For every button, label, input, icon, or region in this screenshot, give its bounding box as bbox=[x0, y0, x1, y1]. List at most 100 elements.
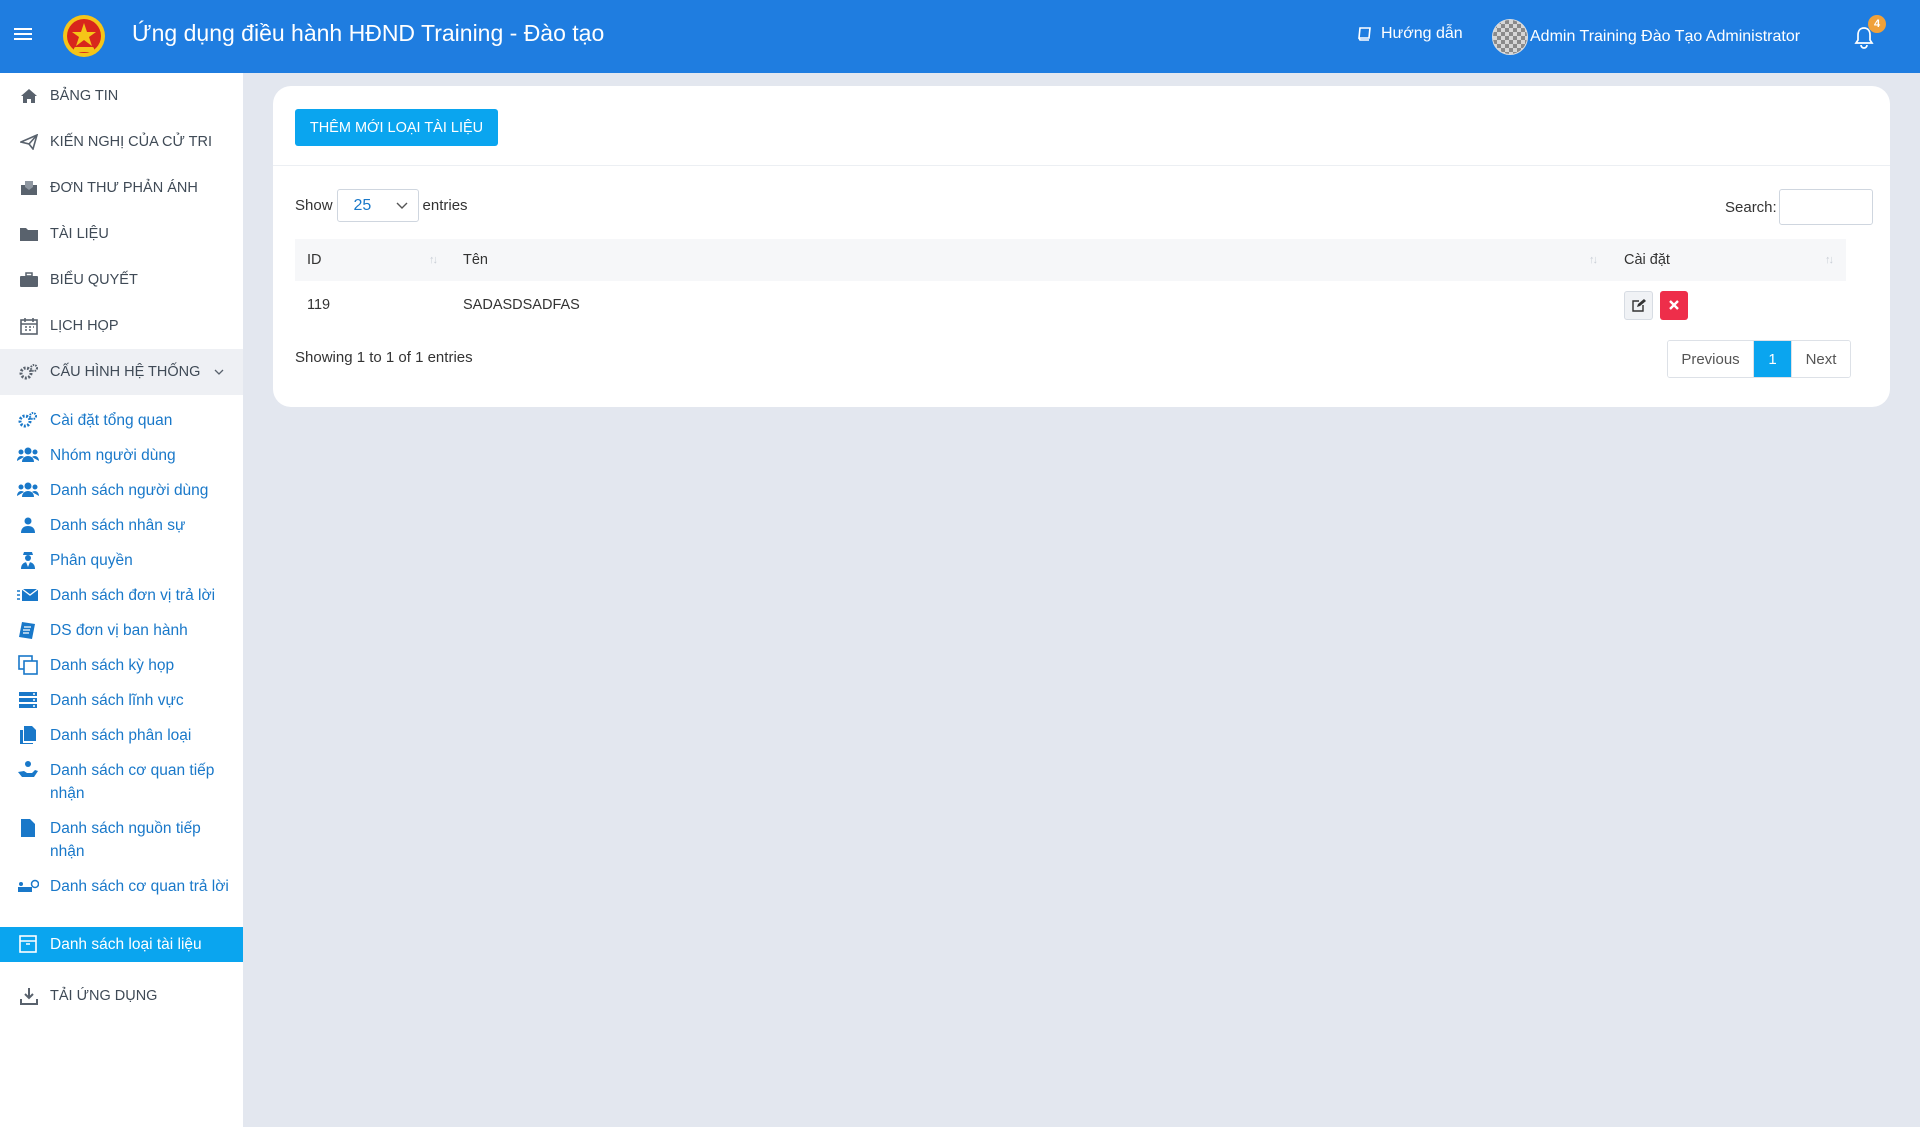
cell-name: SADASDSADFAS bbox=[463, 297, 580, 313]
user-secret-icon bbox=[17, 549, 39, 571]
sidebar-item-label: KIẾN NGHỊ CỦA CỬ TRI bbox=[50, 134, 212, 150]
paper-plane-icon bbox=[18, 133, 40, 151]
document-types-card: THÊM MỚI LOẠI TÀI LIỆU Show 25 entries S… bbox=[273, 86, 1890, 407]
server-icon bbox=[17, 689, 39, 711]
edit-icon bbox=[1631, 299, 1646, 312]
sort-icon: ↑↓ bbox=[1825, 254, 1834, 266]
folder-icon bbox=[18, 225, 40, 243]
column-header-id[interactable]: ID bbox=[307, 239, 322, 281]
entries-select-value: 25 bbox=[353, 196, 372, 214]
add-document-type-button[interactable]: THÊM MỚI LOẠI TÀI LIỆU bbox=[295, 109, 498, 146]
column-header-name[interactable]: Tên bbox=[463, 239, 488, 281]
sidebar-subitem-general-settings[interactable]: Cài đặt tổng quan bbox=[0, 403, 243, 438]
page-1-button[interactable]: 1 bbox=[1754, 341, 1791, 377]
sidebar-subitem-sessions[interactable]: Danh sách kỳ họp bbox=[0, 648, 243, 683]
hand-holding-icon bbox=[17, 759, 39, 781]
sidebar-subitem-label: Danh sách nguồn tiếp nhận bbox=[50, 820, 201, 860]
sidebar-subitem-user-groups[interactable]: Nhóm người dùng bbox=[0, 438, 243, 473]
sidebar-item-download-app[interactable]: TẢI ỨNG DỤNG bbox=[0, 976, 243, 1016]
edit-button[interactable] bbox=[1624, 290, 1653, 320]
app-title: Ứng dụng điều hành HĐND Training - Đào t… bbox=[132, 20, 605, 46]
sidebar-item-label: TẢI ỨNG DỤNG bbox=[50, 988, 158, 1004]
guide-link[interactable]: Hướng dẫn bbox=[1357, 25, 1463, 43]
table-search: Search: bbox=[1725, 189, 1873, 225]
sidebar-subitem-fields[interactable]: Danh sách lĩnh vực bbox=[0, 683, 243, 718]
sidebar: BẢNG TIN KIẾN NGHỊ CỦA CỬ TRI ĐƠN THƯ PH… bbox=[0, 73, 243, 1127]
user-icon bbox=[17, 514, 39, 536]
sidebar-subitem-label: Danh sách loại tài liệu bbox=[50, 936, 202, 953]
column-header-settings[interactable]: Cài đặt bbox=[1624, 239, 1670, 281]
user-name: Admin Training Đào Tạo Administrator bbox=[1530, 28, 1801, 45]
menu-icon[interactable] bbox=[14, 28, 32, 42]
sidebar-subitem-responding-agencies[interactable]: Danh sách cơ quan trả lời bbox=[0, 869, 243, 927]
sidebar-item-news[interactable]: BẢNG TIN bbox=[0, 73, 243, 119]
file-icon bbox=[17, 817, 39, 839]
sidebar-item-label: BẢNG TIN bbox=[50, 88, 119, 104]
sidebar-subitem-label: Danh sách đơn vị trả lời bbox=[50, 587, 216, 604]
entries-select[interactable]: 25 bbox=[336, 189, 419, 222]
sidebar-subitem-response-units[interactable]: Danh sách đơn vị trả lời bbox=[0, 578, 243, 613]
file-text-icon bbox=[17, 619, 39, 641]
inbox-icon bbox=[18, 179, 40, 197]
table-header: ID ↑↓ Tên ↑↓ Cài đặt ↑↓ bbox=[295, 239, 1846, 281]
sidebar-item-documents[interactable]: TÀI LIỆU bbox=[0, 211, 243, 257]
divider bbox=[273, 165, 1890, 166]
show-label: Show bbox=[295, 197, 333, 214]
user-menu[interactable]: Admin Training Đào Tạo Administrator bbox=[1492, 19, 1800, 55]
delete-button[interactable] bbox=[1660, 290, 1688, 320]
table-row: 119 SADASDSADFAS bbox=[295, 281, 1846, 329]
search-input[interactable] bbox=[1778, 189, 1873, 225]
archive-icon bbox=[17, 933, 39, 955]
sidebar-subitem-label: Danh sách phân loại bbox=[50, 727, 192, 744]
book-icon bbox=[1358, 27, 1371, 41]
sidebar-subitem-label: Danh sách cơ quan tiếp nhận bbox=[50, 762, 215, 802]
sidebar-subitem-issuing-units[interactable]: DS đơn vị ban hành bbox=[0, 613, 243, 648]
pagination: Previous 1 Next bbox=[1667, 340, 1851, 378]
sidebar-subitem-user-list[interactable]: Danh sách người dùng bbox=[0, 473, 243, 508]
guide-label: Hướng dẫn bbox=[1381, 25, 1463, 42]
sidebar-subitem-label: DS đơn vị ban hành bbox=[50, 622, 188, 639]
briefcase-icon bbox=[18, 271, 40, 289]
cell-id: 119 bbox=[307, 297, 331, 313]
sidebar-item-label: TÀI LIỆU bbox=[50, 226, 109, 242]
search-label: Search: bbox=[1725, 198, 1777, 216]
sidebar-item-voter-petitions[interactable]: KIẾN NGHỊ CỦA CỬ TRI bbox=[0, 119, 243, 165]
calendar-icon bbox=[18, 317, 40, 335]
sidebar-item-meeting-schedule[interactable]: LỊCH HỌP bbox=[0, 303, 243, 349]
sidebar-subitem-document-types[interactable]: Danh sách loại tài liệu bbox=[0, 927, 243, 962]
sidebar-item-label: ĐƠN THƯ PHẢN ÁNH bbox=[50, 180, 198, 196]
national-emblem-logo[interactable] bbox=[62, 14, 106, 58]
close-icon bbox=[1669, 300, 1679, 310]
sidebar-subitem-receiving-agencies[interactable]: Danh sách cơ quan tiếp nhận bbox=[0, 753, 243, 811]
cogs-icon bbox=[17, 409, 39, 431]
table-info: Showing 1 to 1 of 1 entries bbox=[295, 349, 473, 366]
sidebar-subitem-label: Danh sách nhân sự bbox=[50, 517, 186, 534]
sidebar-subitem-classifications[interactable]: Danh sách phân loại bbox=[0, 718, 243, 753]
files-icon bbox=[17, 724, 39, 746]
notification-badge: 4 bbox=[1868, 15, 1886, 33]
avatar bbox=[1492, 19, 1528, 55]
sidebar-item-voting[interactable]: BIỂU QUYẾT bbox=[0, 257, 243, 303]
sidebar-subitem-receiving-sources[interactable]: Danh sách nguồn tiếp nhận bbox=[0, 811, 243, 869]
sort-icon: ↑↓ bbox=[429, 254, 438, 266]
top-header: Ứng dụng điều hành HĐND Training - Đào t… bbox=[0, 0, 1920, 73]
sidebar-subitem-label: Nhóm người dùng bbox=[50, 447, 176, 464]
sidebar-item-system-config[interactable]: CẤU HÌNH HỆ THỐNG bbox=[0, 349, 243, 395]
home-icon bbox=[18, 87, 40, 105]
clone-icon bbox=[17, 654, 39, 676]
sort-icon: ↑↓ bbox=[1589, 254, 1598, 266]
entries-length-control: Show 25 entries bbox=[295, 189, 468, 222]
sidebar-subitem-label: Phân quyền bbox=[50, 552, 133, 569]
sidebar-subitem-permissions[interactable]: Phân quyền bbox=[0, 543, 243, 578]
sidebar-subitem-label: Danh sách lĩnh vực bbox=[50, 692, 184, 709]
previous-page-button[interactable]: Previous bbox=[1668, 341, 1754, 377]
download-icon bbox=[18, 987, 40, 1005]
next-page-button[interactable]: Next bbox=[1791, 341, 1850, 377]
users-icon bbox=[17, 444, 39, 466]
sidebar-subitem-staff-list[interactable]: Danh sách nhân sự bbox=[0, 508, 243, 543]
entries-label: entries bbox=[422, 197, 468, 214]
sidebar-subitem-label: Danh sách người dùng bbox=[50, 482, 209, 499]
users-icon bbox=[17, 479, 39, 501]
sidebar-item-complaints[interactable]: ĐƠN THƯ PHẢN ÁNH bbox=[0, 165, 243, 211]
cogs-icon bbox=[18, 363, 40, 381]
